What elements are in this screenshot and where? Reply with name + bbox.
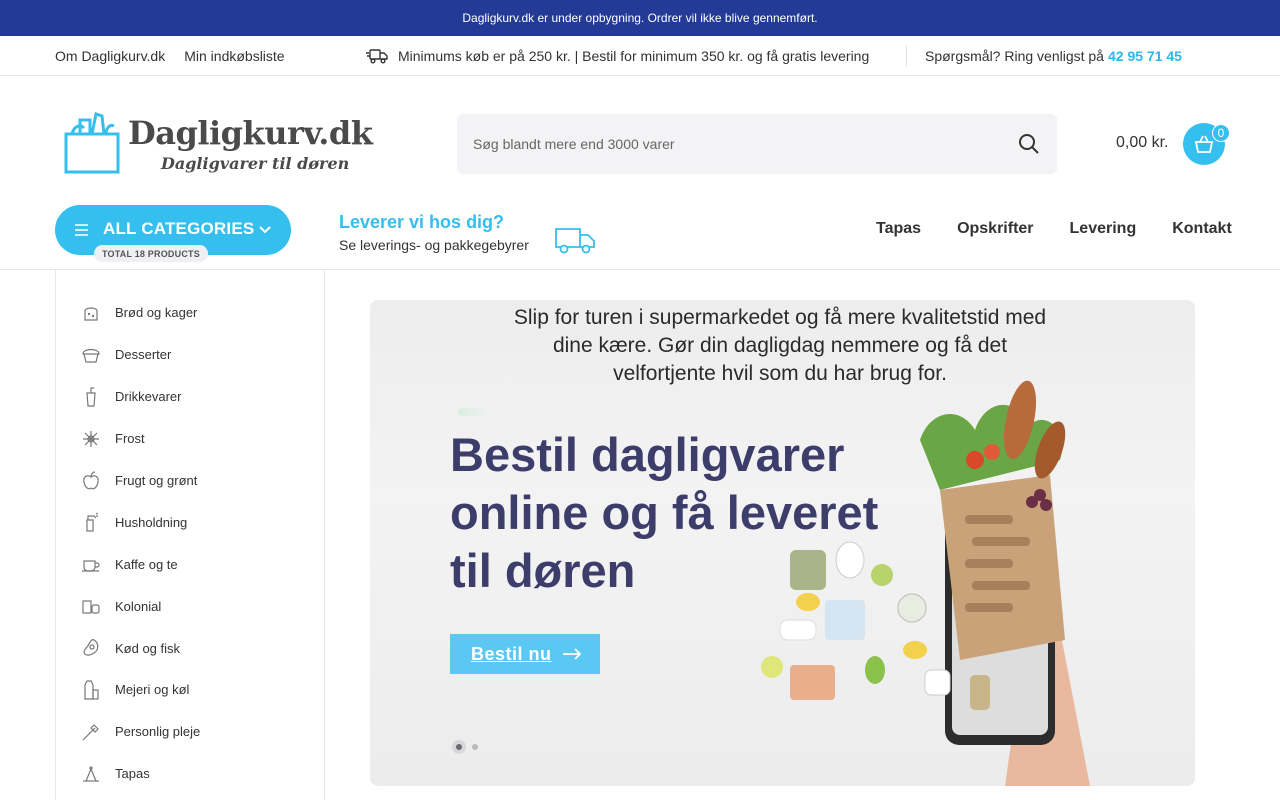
- sidebar-item-label: Personlig pleje: [115, 724, 201, 740]
- apple-icon: [81, 470, 101, 491]
- snowflake-icon: [81, 429, 101, 449]
- sidebar-item-label: Husholdning: [115, 514, 188, 530]
- logo[interactable]: Dagligkurv.dk Dagligvarer til døren: [62, 110, 373, 178]
- delivery-truck-icon: [366, 49, 388, 64]
- delivery-question: Leverer vi hos dig?: [339, 212, 505, 232]
- nav-contact[interactable]: Kontakt: [1172, 220, 1232, 238]
- sidebar-item-bread[interactable]: Brød og kager: [56, 292, 324, 334]
- sidebar-item-frozen[interactable]: Frost: [56, 418, 324, 460]
- delivery-van-icon: [555, 228, 595, 254]
- sidebar-item-meat[interactable]: Kød og fisk: [56, 627, 324, 669]
- cart-count-badge: 0: [1212, 124, 1230, 142]
- milk-carton-icon: [81, 680, 101, 700]
- logo-tagline: Dagligvarer til døren: [161, 154, 350, 173]
- carousel-dot-1[interactable]: [452, 740, 466, 754]
- sidebar-item-label: Frost: [115, 431, 145, 447]
- sidebar-item-label: Tapas: [115, 766, 150, 782]
- announcement-bar: Dagligkurv.dk er under opbygning. Ordrer…: [0, 0, 1280, 36]
- shipping-info: Minimums køb er på 250 kr. | Bestil for …: [366, 36, 869, 76]
- hero-banner: Slip for turen i supermarkedet og få mer…: [370, 300, 1195, 786]
- sidebar-item-household[interactable]: Husholdning: [56, 501, 324, 543]
- phone-grocery-illustration: [761, 380, 1090, 786]
- sidebar-item-label: Frugt og grønt: [115, 473, 198, 488]
- cupcake-icon: [81, 345, 101, 365]
- order-now-label: Bestil nu: [471, 643, 552, 664]
- search-bar: [457, 114, 1057, 174]
- canned-food-icon: [81, 596, 101, 616]
- menu-icon: [75, 224, 88, 236]
- category-sidebar: Brød og kager Desserter Drikkevarer Fros…: [55, 270, 325, 800]
- phone-prefix: Spørgsmål? Ring venligst på: [925, 48, 1104, 64]
- sidebar-item-fruit[interactable]: Frugt og grønt: [56, 460, 324, 502]
- sidebar-item-label: Kolonial: [115, 598, 162, 614]
- phone-info: Spørgsmål? Ring venligst på 42 95 71 45: [925, 36, 1182, 76]
- sidebar-item-tapas[interactable]: Tapas: [56, 753, 324, 795]
- tapas-icon: [81, 764, 101, 784]
- phone-number[interactable]: 42 95 71 45: [1108, 48, 1182, 64]
- sidebar-item-groceries[interactable]: Kolonial: [56, 585, 324, 627]
- toothbrush-icon: [81, 722, 101, 742]
- sidebar-item-label: Drikkevarer: [115, 389, 182, 405]
- sidebar-item-dairy[interactable]: Mejeri og køl: [56, 669, 324, 711]
- delivery-subtitle: Se leverings- og pakkegebyrer: [339, 237, 529, 253]
- delivery-check[interactable]: Leverer vi hos dig? Se leverings- og pak…: [339, 212, 529, 253]
- cart-total[interactable]: 0,00 kr.: [1116, 134, 1168, 152]
- info-links: Om Dagligkurv.dk Min indkøbsliste: [55, 36, 285, 76]
- nav-delivery[interactable]: Levering: [1070, 220, 1137, 238]
- sidebar-item-label: Kaffe og te: [115, 556, 178, 572]
- carousel-dot-2[interactable]: [472, 744, 478, 750]
- sidebar-item-personal-care[interactable]: Personlig pleje: [56, 711, 324, 753]
- info-bar: Om Dagligkurv.dk Min indkøbsliste Minimu…: [0, 36, 1280, 76]
- shopping-list-link[interactable]: Min indkøbsliste: [184, 48, 284, 64]
- coffee-cup-icon: [81, 554, 101, 574]
- shopping-bag-logo-icon: [64, 112, 120, 174]
- chevron-down-icon: [259, 226, 271, 234]
- about-link[interactable]: Om Dagligkurv.dk: [55, 48, 165, 64]
- hero-accent: [458, 408, 488, 416]
- search-input[interactable]: [473, 114, 993, 174]
- bread-icon: [81, 303, 101, 323]
- sidebar-item-label: Mejeri og køl: [115, 682, 190, 698]
- sidebar-item-label: Kød og fisk: [115, 640, 181, 656]
- arrow-right-icon: [562, 648, 581, 660]
- logo-brand: Dagligkurv.dk: [128, 114, 373, 152]
- sidebar-item-label: Brød og kager: [115, 305, 198, 321]
- sidebar-item-label: Desserter: [115, 347, 172, 363]
- all-categories-label: ALL CATEGORIES: [103, 219, 255, 238]
- announcement-text: Dagligkurv.dk er under opbygning. Ordrer…: [462, 11, 818, 25]
- sidebar-item-coffee[interactable]: Kaffe og te: [56, 543, 324, 585]
- site-header: Dagligkurv.dk Dagligvarer til døren 0,00…: [0, 76, 1280, 196]
- main-nav: Tapas Opskrifter Levering Kontakt: [876, 220, 1232, 238]
- sidebar-item-drinks[interactable]: Drikkevarer: [56, 376, 324, 418]
- drink-icon: [81, 387, 101, 407]
- shipping-note: Minimums køb er på 250 kr. | Bestil for …: [398, 48, 870, 64]
- carousel-dots: [452, 740, 478, 754]
- meat-icon: [81, 638, 101, 658]
- search-icon[interactable]: [1017, 132, 1041, 156]
- sidebar-item-desserts[interactable]: Desserter: [56, 334, 324, 376]
- order-now-button[interactable]: Bestil nu: [450, 634, 600, 674]
- info-divider: [906, 45, 907, 67]
- products-count-badge: TOTAL 18 PRODUCTS: [94, 245, 208, 262]
- spray-bottle-icon: [81, 512, 101, 532]
- basket-icon: [1194, 135, 1214, 153]
- nav-tapas[interactable]: Tapas: [876, 220, 921, 238]
- nav-recipes[interactable]: Opskrifter: [957, 220, 1033, 238]
- hero-intro: Slip for turen i supermarkedet og få mer…: [513, 306, 1047, 385]
